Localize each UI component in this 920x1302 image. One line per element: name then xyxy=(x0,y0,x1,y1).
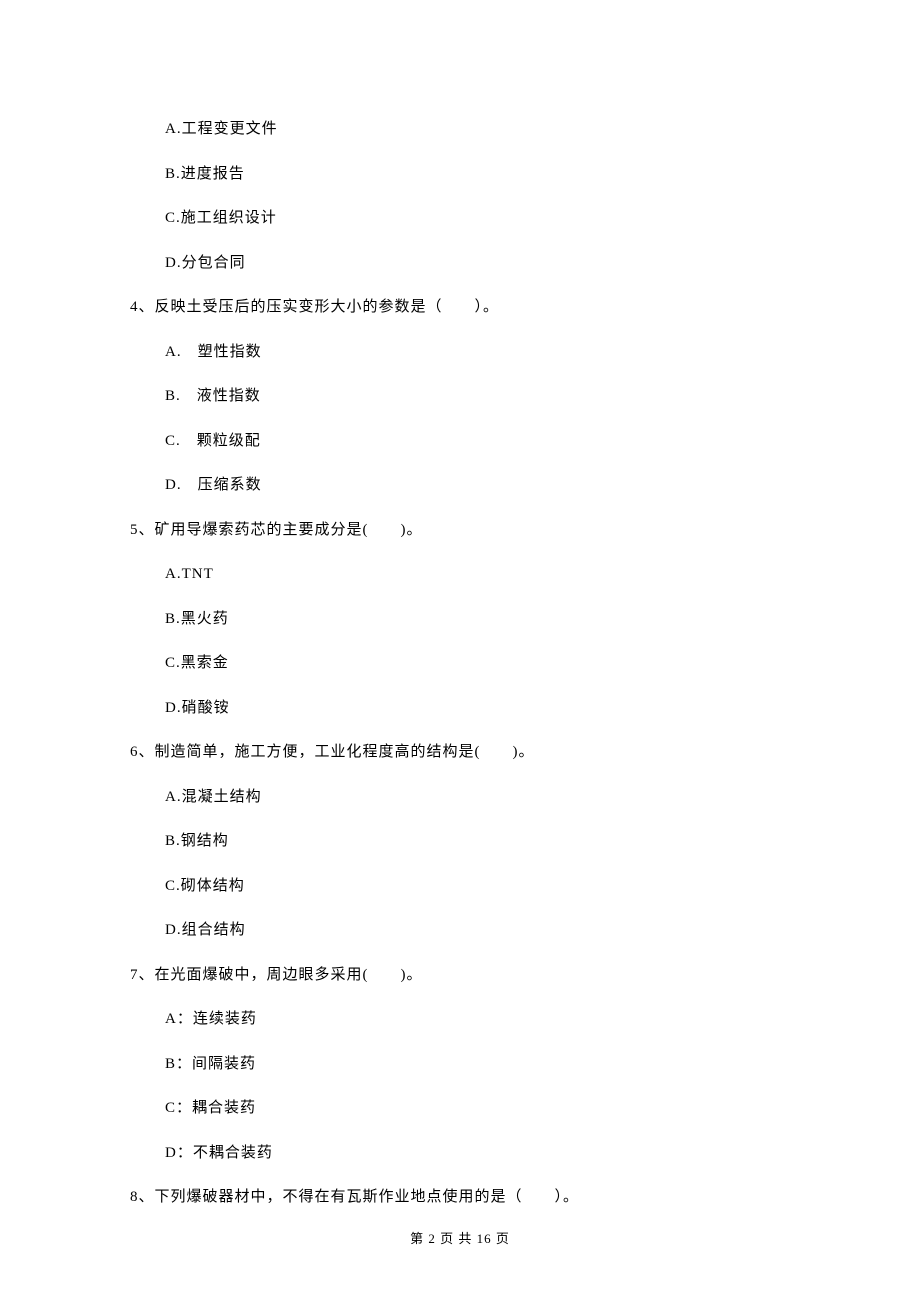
q4-option-d: D. 压缩系数 xyxy=(130,474,790,497)
q5-option-c: C.黑索金 xyxy=(130,652,790,675)
q3-option-b: B.进度报告 xyxy=(130,163,790,186)
page-footer: 第 2 页 共 16 页 xyxy=(0,1228,920,1247)
q5-option-a: A.TNT xyxy=(130,563,790,586)
q4-option-c: C. 颗粒级配 xyxy=(130,430,790,453)
q5-option-d: D.硝酸铵 xyxy=(130,697,790,720)
q6-option-b: B.钢结构 xyxy=(130,830,790,853)
q3-option-d: D.分包合同 xyxy=(130,252,790,275)
q4-option-b: B. 液性指数 xyxy=(130,385,790,408)
q7-option-a: A：连续装药 xyxy=(130,1008,790,1031)
document-body: A.工程变更文件 B.进度报告 C.施工组织设计 D.分包合同 4、反映土受压后… xyxy=(0,0,920,1209)
q7-option-d: D：不耦合装药 xyxy=(130,1142,790,1165)
q7-option-c: C：耦合装药 xyxy=(130,1097,790,1120)
q5-option-b: B.黑火药 xyxy=(130,608,790,631)
q5-stem: 5、矿用导爆索药芯的主要成分是( )。 xyxy=(130,519,790,542)
q4-option-a: A. 塑性指数 xyxy=(130,341,790,364)
q7-option-b: B：间隔装药 xyxy=(130,1053,790,1076)
q6-stem: 6、制造简单，施工方便，工业化程度高的结构是( )。 xyxy=(130,741,790,764)
q6-option-a: A.混凝土结构 xyxy=(130,786,790,809)
q6-option-c: C.砌体结构 xyxy=(130,875,790,898)
q6-option-d: D.组合结构 xyxy=(130,919,790,942)
q7-stem: 7、在光面爆破中，周边眼多采用( )。 xyxy=(130,964,790,987)
q3-option-a: A.工程变更文件 xyxy=(130,118,790,141)
q4-stem: 4、反映土受压后的压实变形大小的参数是（ ）。 xyxy=(130,296,790,319)
q8-stem: 8、下列爆破器材中，不得在有瓦斯作业地点使用的是（ ）。 xyxy=(130,1186,790,1209)
q3-option-c: C.施工组织设计 xyxy=(130,207,790,230)
